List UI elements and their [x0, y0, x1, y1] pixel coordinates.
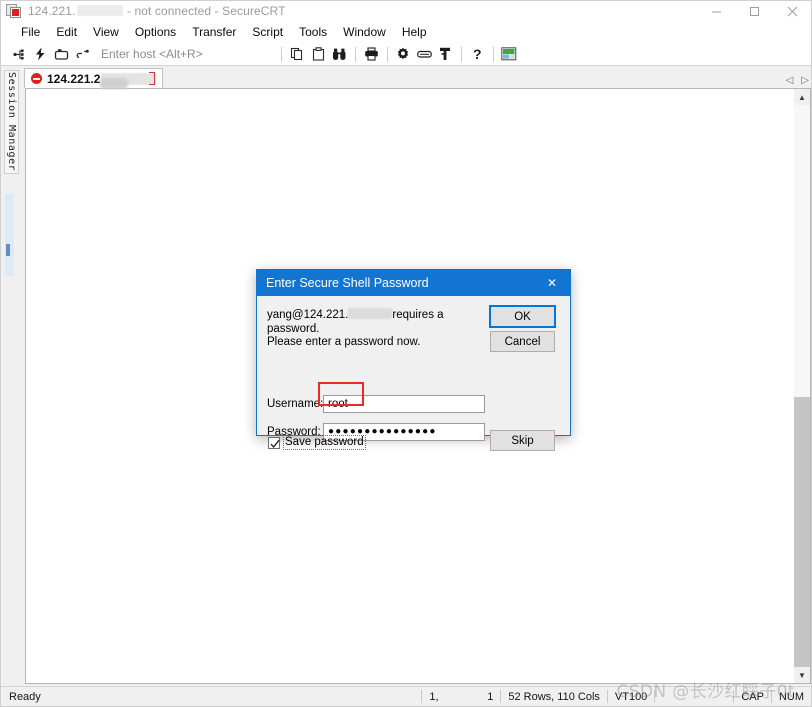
- status-spacer: [654, 690, 733, 703]
- scroll-up-icon[interactable]: ▲: [794, 89, 810, 105]
- scroll-down-icon[interactable]: ▼: [794, 667, 810, 683]
- title-bar: 124.221. - not connected - SecureCRT: [1, 1, 811, 21]
- skip-button[interactable]: Skip: [490, 430, 555, 451]
- status-cursor-col: 1: [487, 690, 494, 703]
- help-icon[interactable]: ?: [467, 44, 488, 64]
- tab-session-124[interactable]: 124.221.2: [24, 68, 164, 88]
- tab-scroll-controls: ◁ ▷: [786, 76, 809, 86]
- dialog-body: yang@124.221. requires a password. Please…: [257, 296, 570, 451]
- tab-scroll-right-icon[interactable]: ▷: [801, 76, 809, 86]
- tab-label: 124.221.2: [47, 71, 101, 86]
- host-input[interactable]: Enter host <Alt+R>: [101, 47, 203, 61]
- username-label: Username:: [267, 398, 324, 410]
- dialog-close-icon[interactable]: ✕: [534, 270, 570, 296]
- copy-icon[interactable]: [287, 44, 308, 64]
- ok-button[interactable]: OK: [489, 305, 556, 328]
- menu-edit[interactable]: Edit: [48, 22, 85, 42]
- maximize-button[interactable]: [735, 1, 773, 21]
- status-cursor-row: 1,: [429, 690, 439, 703]
- keyboard-icon[interactable]: [414, 44, 435, 64]
- session-manager-label: Session Manager: [6, 72, 17, 172]
- status-dimensions: 52 Rows, 110 Cols: [500, 690, 607, 703]
- cancel-button[interactable]: Cancel: [490, 331, 555, 352]
- window-title-suffix: - not connected - SecureCRT: [123, 4, 286, 18]
- session-manager-tab[interactable]: Session Manager: [4, 70, 19, 174]
- window-title: 124.221. - not connected - SecureCRT: [28, 4, 286, 18]
- disconnected-icon: [31, 73, 42, 84]
- toolbar: Enter host <Alt+R> ?: [1, 43, 811, 66]
- paste-icon[interactable]: [308, 44, 329, 64]
- tab-redaction-blob: [100, 78, 128, 89]
- username-row: Username: root: [267, 395, 485, 413]
- menu-help[interactable]: Help: [394, 22, 435, 42]
- close-button[interactable]: [773, 1, 811, 21]
- status-caps-indicator: CAP: [733, 690, 771, 703]
- reconnect-icon[interactable]: [72, 44, 93, 64]
- status-num-indicator: NUM: [770, 690, 811, 703]
- dialog-title: Enter Secure Shell Password: [266, 276, 429, 290]
- save-password-label: Save password: [283, 435, 366, 450]
- dialog-message: yang@124.221. requires a password. Please…: [267, 308, 492, 350]
- dialog-message-line2: Please enter a password now.: [267, 336, 421, 348]
- dialog-message-redaction: [348, 308, 393, 319]
- securecrt-icon: [6, 3, 22, 19]
- title-redaction: [76, 5, 123, 16]
- dialog-message-prefix: yang@124.221.: [267, 309, 349, 321]
- session-manager-strip: [5, 194, 14, 276]
- connect-in-tab-icon[interactable]: [51, 44, 72, 64]
- status-emulation: VT100: [606, 690, 654, 703]
- username-input[interactable]: root: [323, 395, 485, 413]
- session-manager-panel: Session Manager: [1, 66, 22, 686]
- toolbar-separator-4: [460, 46, 462, 62]
- scrollbar-track[interactable]: [794, 105, 810, 667]
- window-controls: [697, 1, 811, 21]
- toolbar-separator-2: [354, 46, 356, 62]
- menu-options[interactable]: Options: [127, 22, 184, 42]
- scrollbar-thumb[interactable]: [794, 397, 810, 667]
- toolbar-separator-3: [386, 46, 388, 62]
- arrange-windows-icon[interactable]: [499, 44, 520, 64]
- key-icon[interactable]: [435, 44, 456, 64]
- terminal-scrollbar[interactable]: ▲ ▼: [794, 88, 811, 684]
- save-password-row[interactable]: Save password: [268, 435, 366, 450]
- dialog-title-bar: Enter Secure Shell Password ✕: [257, 270, 570, 296]
- find-icon[interactable]: [329, 44, 350, 64]
- menu-bar: File Edit View Options Transfer Script T…: [1, 21, 811, 43]
- status-cursor-position: 1, 1: [421, 690, 500, 703]
- status-bar: Ready 1, 1 52 Rows, 110 Cols VT100 CAP N…: [1, 686, 811, 706]
- securecrt-window: 124.221. - not connected - SecureCRT Fil…: [0, 0, 812, 707]
- menu-transfer[interactable]: Transfer: [184, 22, 244, 42]
- menu-window[interactable]: Window: [335, 22, 394, 42]
- menu-view[interactable]: View: [85, 22, 127, 42]
- toolbar-separator: [280, 46, 282, 62]
- menu-script[interactable]: Script: [244, 22, 291, 42]
- save-password-checkbox[interactable]: [268, 436, 280, 449]
- status-ready: Ready: [9, 690, 41, 703]
- quick-connect-icon[interactable]: [30, 44, 51, 64]
- menu-file[interactable]: File: [13, 22, 48, 42]
- toolbar-separator-5: [492, 46, 494, 62]
- password-dialog: Enter Secure Shell Password ✕ yang@124.2…: [256, 269, 571, 451]
- tab-highlight-bracket: [149, 72, 156, 85]
- print-icon[interactable]: [361, 44, 382, 64]
- tab-strip: 124.221.2 ◁ ▷: [22, 66, 811, 89]
- tab-scroll-left-icon[interactable]: ◁: [786, 76, 794, 86]
- minimize-button[interactable]: [697, 1, 735, 21]
- window-title-prefix: 124.221.: [28, 4, 76, 18]
- new-session-icon[interactable]: [9, 44, 30, 64]
- gear-icon[interactable]: [393, 44, 414, 64]
- menu-tools[interactable]: Tools: [291, 22, 335, 42]
